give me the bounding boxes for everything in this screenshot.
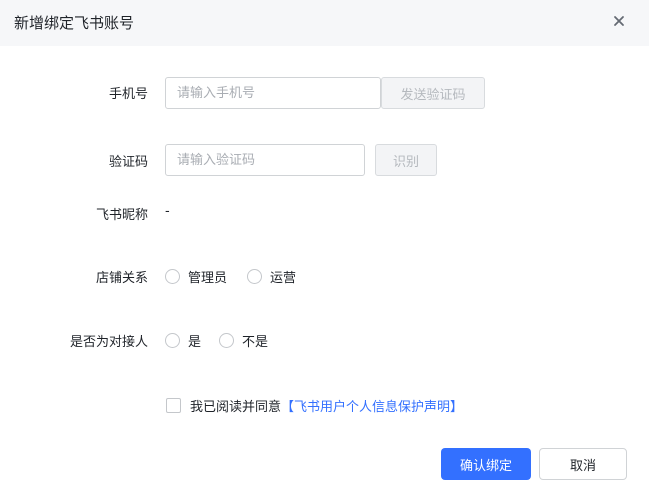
radio-no[interactable]: 不是 (219, 331, 268, 350)
nickname-value: - (165, 204, 170, 219)
nickname-label: 飞书昵称 (95, 208, 148, 223)
agreement-text: 我已阅读并同意 (190, 400, 282, 415)
store-relation-label: 店铺关系 (95, 271, 148, 286)
radio-circle[interactable] (247, 269, 262, 284)
radio-yes-label: 是 (188, 335, 202, 350)
radio-circle[interactable] (165, 269, 180, 284)
phone-label: 手机号 (108, 87, 148, 102)
contact-person-label: 是否为对接人 (69, 335, 148, 350)
code-input[interactable] (165, 144, 365, 176)
radio-circle[interactable] (165, 333, 180, 348)
recognize-button[interactable]: 识别 (375, 144, 437, 176)
cancel-button[interactable]: 取消 (539, 448, 627, 480)
code-label: 验证码 (108, 155, 148, 170)
agreement-checkbox[interactable] (166, 398, 181, 413)
radio-operation[interactable]: 运营 (247, 267, 296, 286)
confirm-bind-button[interactable]: 确认绑定 (441, 448, 531, 480)
radio-admin-label: 管理员 (188, 271, 228, 286)
send-code-button[interactable]: 发送验证码 (381, 77, 485, 109)
radio-no-label: 不是 (242, 335, 269, 350)
radio-yes[interactable]: 是 (165, 331, 201, 350)
privacy-statement-link[interactable]: 【飞书用户个人信息保护声明】 (281, 396, 463, 415)
dialog-title: 新增绑定飞书账号 (14, 14, 135, 32)
radio-circle[interactable] (219, 333, 234, 348)
dialog-header: 新增绑定飞书账号 (0, 0, 649, 46)
phone-input[interactable] (165, 77, 381, 109)
close-icon (614, 16, 624, 26)
radio-admin[interactable]: 管理员 (165, 267, 227, 286)
bind-feishu-account-dialog: 新增绑定飞书账号 手机号 发送验证码 验证码 识别 飞书昵称 - 店铺关系 管理… (0, 0, 649, 503)
close-button[interactable] (609, 11, 629, 31)
agreement-row: 我已阅读并同意 【飞书用户个人信息保护声明】 (166, 396, 463, 415)
radio-operation-label: 运营 (270, 271, 297, 286)
